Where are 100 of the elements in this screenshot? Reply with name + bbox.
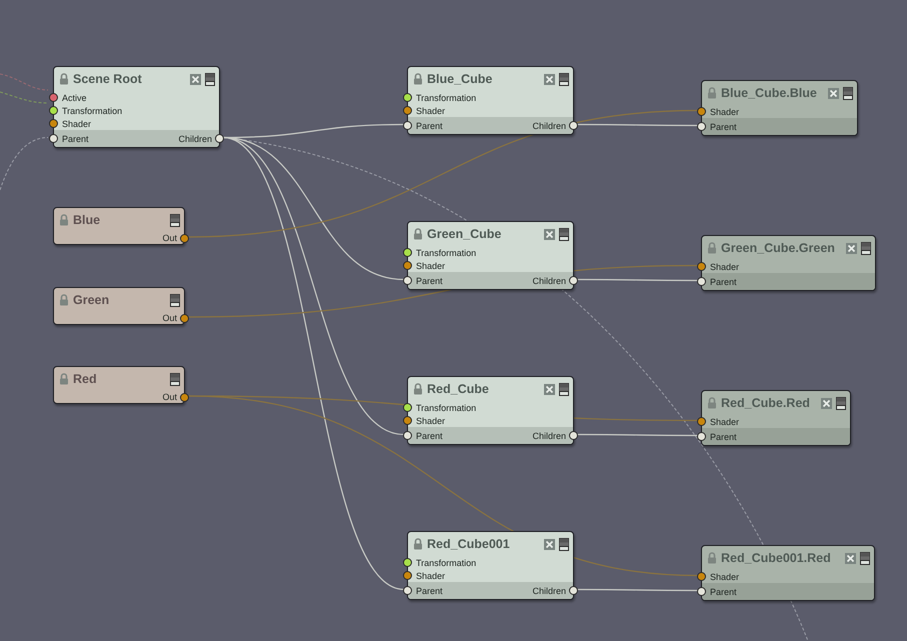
input-port[interactable] xyxy=(403,558,412,567)
connection-wire xyxy=(0,74,48,90)
port-label: Parent xyxy=(710,432,737,442)
node-title: Red_Cube.Red xyxy=(721,396,811,410)
input-port[interactable] xyxy=(403,248,412,257)
port-label: Children xyxy=(532,586,566,596)
input-port[interactable] xyxy=(49,93,58,102)
input-port[interactable] xyxy=(403,571,412,580)
close-button[interactable] xyxy=(846,242,857,254)
input-port[interactable] xyxy=(697,262,706,271)
port-label: Shader xyxy=(710,106,740,116)
output-port[interactable] xyxy=(215,134,224,143)
lock-icon xyxy=(707,397,717,409)
lock-icon xyxy=(413,383,423,395)
port-label: Shader xyxy=(416,106,446,116)
port-label: Transformation xyxy=(416,92,476,102)
port-label: Transformation xyxy=(416,248,476,258)
input-port[interactable] xyxy=(697,572,706,581)
input-port[interactable] xyxy=(697,107,706,116)
input-port[interactable] xyxy=(403,121,412,130)
lock-icon xyxy=(413,538,423,550)
input-port[interactable] xyxy=(403,261,412,270)
connection-wire xyxy=(0,92,48,104)
port-label: Parent xyxy=(416,276,443,286)
port-label: Parent xyxy=(710,586,737,596)
menu-icon[interactable] xyxy=(836,396,846,410)
menu-icon[interactable] xyxy=(170,372,180,386)
close-button[interactable] xyxy=(845,552,856,564)
close-button[interactable] xyxy=(544,74,555,84)
menu-icon[interactable] xyxy=(559,228,569,240)
port-label: Children xyxy=(532,120,566,130)
input-port[interactable] xyxy=(403,431,412,440)
output-port[interactable] xyxy=(569,121,578,130)
input-port[interactable] xyxy=(403,106,412,115)
node-title: Red_Cube xyxy=(427,382,490,396)
node-title: Scene Root xyxy=(73,72,143,86)
input-port[interactable] xyxy=(403,416,412,425)
close-button[interactable] xyxy=(828,88,839,98)
close-button[interactable] xyxy=(544,228,555,240)
port-label: Children xyxy=(532,276,566,286)
port-label: Active xyxy=(62,92,87,102)
input-port[interactable] xyxy=(49,134,58,143)
lock-icon xyxy=(59,294,69,306)
port-label: Out xyxy=(162,392,177,402)
lock-icon xyxy=(59,214,69,226)
input-port[interactable] xyxy=(697,277,706,286)
port-label: Shader xyxy=(416,570,446,580)
menu-icon[interactable] xyxy=(205,72,215,86)
port-label: Parent xyxy=(416,430,443,440)
output-port[interactable] xyxy=(569,586,578,595)
input-port[interactable] xyxy=(403,276,412,285)
port-label: Shader xyxy=(710,262,740,272)
port-label: Parent xyxy=(416,586,443,596)
input-port[interactable] xyxy=(697,432,706,441)
port-label: Shader xyxy=(62,118,92,128)
node-title: Green_Cube.Green xyxy=(721,241,836,255)
node-title: Blue xyxy=(73,213,102,227)
port-label: Shader xyxy=(710,416,740,426)
input-port[interactable] xyxy=(403,93,412,102)
port-label: Parent xyxy=(62,134,89,144)
menu-icon[interactable] xyxy=(861,242,871,254)
node-title: Blue_Cube.Blue xyxy=(721,86,818,100)
port-label: Transformation xyxy=(416,402,476,412)
input-port[interactable] xyxy=(49,106,58,115)
input-port[interactable] xyxy=(403,403,412,412)
close-button[interactable] xyxy=(821,398,832,408)
node-title: Green_Cube xyxy=(427,227,502,241)
output-port[interactable] xyxy=(569,431,578,440)
port-label: Parent xyxy=(416,120,443,130)
node-title: Green xyxy=(73,293,110,307)
input-port[interactable] xyxy=(697,122,706,131)
node-title: Red_Cube001.Red xyxy=(721,551,832,565)
menu-icon[interactable] xyxy=(170,294,180,306)
menu-icon[interactable] xyxy=(559,538,569,550)
lock-icon xyxy=(413,228,423,240)
output-port[interactable] xyxy=(180,392,189,402)
menu-icon[interactable] xyxy=(843,86,853,100)
close-button[interactable] xyxy=(544,384,555,394)
port-label: Out xyxy=(162,313,177,323)
output-port[interactable] xyxy=(180,234,189,242)
menu-icon[interactable] xyxy=(170,214,180,226)
port-label: Transformation xyxy=(416,558,476,568)
port-label: Parent xyxy=(710,122,737,132)
input-port[interactable] xyxy=(49,119,58,128)
input-port[interactable] xyxy=(697,417,706,426)
node-title: Red xyxy=(73,372,98,386)
close-button[interactable] xyxy=(544,538,555,550)
input-port[interactable] xyxy=(403,586,412,595)
lock-icon xyxy=(59,73,69,85)
lock-icon xyxy=(59,373,69,385)
lock-icon xyxy=(707,87,717,99)
close-button[interactable] xyxy=(190,74,201,84)
port-label: Shader xyxy=(416,260,446,270)
menu-icon[interactable] xyxy=(860,552,870,564)
output-port[interactable] xyxy=(180,314,189,322)
output-port[interactable] xyxy=(569,276,578,285)
menu-icon[interactable] xyxy=(559,72,569,86)
menu-icon[interactable] xyxy=(559,382,569,396)
lock-icon xyxy=(707,552,717,564)
input-port[interactable] xyxy=(697,587,706,596)
